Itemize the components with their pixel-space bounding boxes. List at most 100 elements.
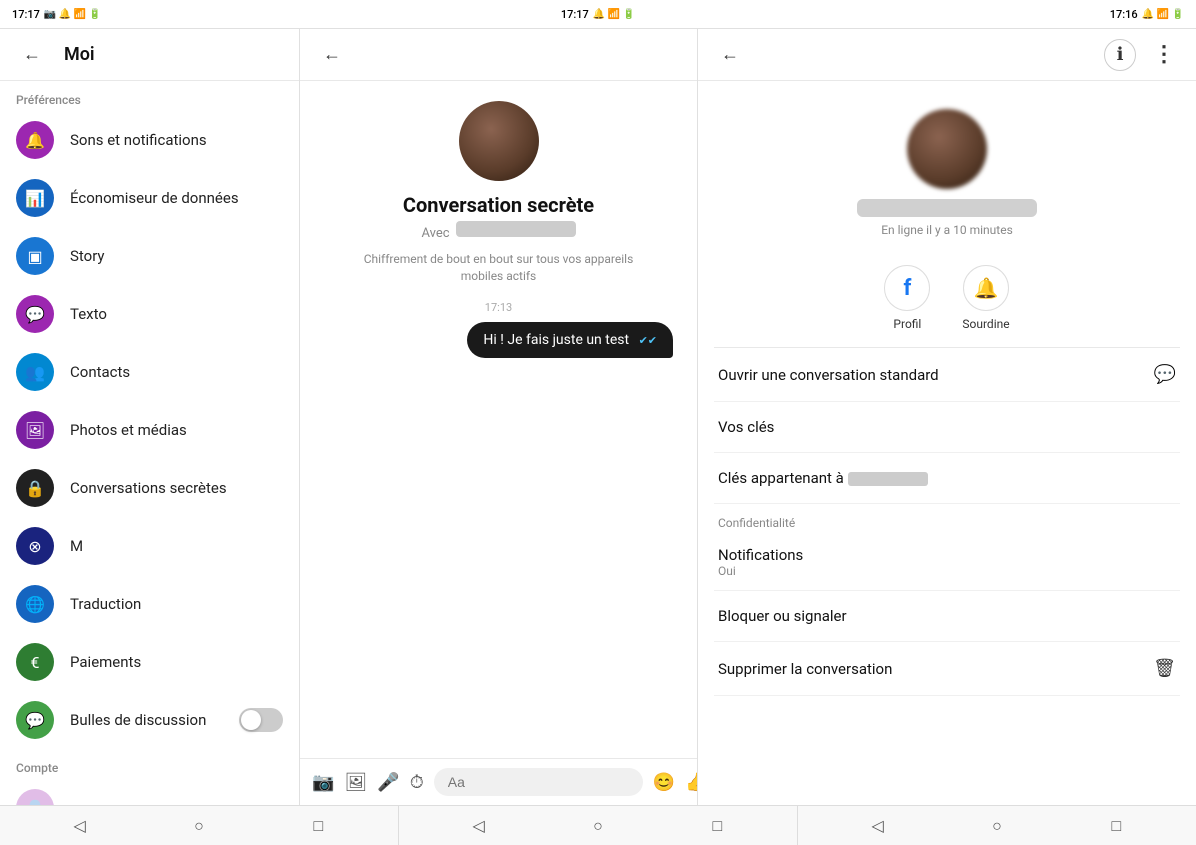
open-conv-icon: 💬: [1154, 364, 1176, 385]
settings-item-story[interactable]: ▣ Story: [0, 227, 299, 285]
open-conv-item[interactable]: Ouvrir une conversation standard 💬: [714, 348, 1180, 402]
status-bar: 17:17 📷 🔔 📶 🔋 17:17 🔔 📶 🔋 17:16 🔔 📶 🔋: [0, 0, 1196, 28]
profil-icon: f: [884, 265, 930, 311]
nav-back-right[interactable]: ◁: [864, 812, 892, 840]
bloquer-item[interactable]: Bloquer ou signaler: [714, 591, 1180, 642]
panel-conversation: ← Conversation secrète Avec Chiffrement …: [300, 29, 698, 805]
info-profile: En ligne il y a 10 minutes: [714, 97, 1180, 253]
settings-item-data[interactable]: 📊 Économiseur de données: [0, 169, 299, 227]
nav-recents-left[interactable]: □: [304, 812, 332, 840]
info-body: En ligne il y a 10 minutes f Profil 🔔 So…: [698, 81, 1196, 805]
settings-item-texto[interactable]: 💬 Texto: [0, 285, 299, 343]
cles-app-item[interactable]: Clés appartenant à: [714, 453, 1180, 504]
data-icon: 📊: [16, 179, 54, 217]
settings-header: ← Moi: [0, 29, 299, 81]
timer-button[interactable]: ⏱: [410, 767, 424, 797]
settings-back-button[interactable]: ←: [16, 39, 48, 71]
notifications-item[interactable]: Notifications Oui: [714, 534, 1180, 591]
info-status: En ligne il y a 10 minutes: [881, 223, 1013, 237]
message-bubble: Hi ! Je fais juste un test ✔✔: [467, 322, 673, 358]
settings-item-compte-placeholder[interactable]: 👤 ...: [0, 779, 299, 805]
profil-button[interactable]: f Profil: [884, 265, 930, 331]
status-right: 17:16 🔔 📶 🔋: [797, 8, 1196, 21]
compte-icon: 👤: [16, 789, 54, 805]
settings-item-bulles[interactable]: 💬 Bulles de discussion: [0, 691, 299, 749]
info-back-button[interactable]: ←: [714, 39, 746, 71]
emoji-button[interactable]: 😊: [653, 767, 675, 797]
message-checkmark: ✔✔: [639, 334, 657, 347]
texto-icon: 💬: [16, 295, 54, 333]
paiements-icon: €: [16, 643, 54, 681]
conversation-back-button[interactable]: ←: [316, 39, 348, 71]
settings-item-photos[interactable]: 🖼 Photos et médias: [0, 401, 299, 459]
time-center: 17:17: [561, 8, 589, 21]
status-icons-left: 📷 🔔 📶 🔋: [44, 9, 101, 20]
sourdine-button[interactable]: 🔔 Sourdine: [962, 265, 1009, 331]
sourdine-icon: 🔔: [963, 265, 1009, 311]
notifications-label: Sons et notifications: [70, 131, 283, 149]
settings-item-paiements[interactable]: € Paiements: [0, 633, 299, 691]
settings-item-traduction[interactable]: 🌐 Traduction: [0, 575, 299, 633]
bulles-label: Bulles de discussion: [70, 711, 223, 729]
settings-title: Moi: [64, 44, 95, 65]
nav-recents-center[interactable]: □: [703, 812, 731, 840]
settings-item-secret[interactable]: 🔒 Conversations secrètes: [0, 459, 299, 517]
confidentialite-label: Confidentialité: [714, 504, 1180, 534]
status-left: 17:17 📷 🔔 📶 🔋: [0, 8, 399, 21]
traduction-icon: 🌐: [16, 585, 54, 623]
m-label: M: [70, 537, 283, 555]
panel-info: ← ℹ ⋮ En ligne il y a 10 minutes f Profi…: [698, 29, 1196, 805]
nav-back-center[interactable]: ◁: [465, 812, 493, 840]
notifications-menu-label: Notifications: [718, 546, 1176, 564]
secret-icon: 🔒: [16, 469, 54, 507]
supprimer-icon: 🗑: [1153, 658, 1176, 679]
info-icon-button[interactable]: ℹ: [1104, 39, 1136, 71]
nav-back-left[interactable]: ◁: [66, 812, 94, 840]
nav-home-left[interactable]: ○: [185, 812, 213, 840]
nav-recents-right[interactable]: □: [1102, 812, 1130, 840]
bulles-toggle[interactable]: [239, 708, 283, 732]
panel-settings: ← Moi Préférences 🔔 Sons et notification…: [0, 29, 300, 805]
info-header: ← ℹ ⋮: [698, 29, 1196, 81]
notifications-icon: 🔔: [16, 121, 54, 159]
vos-cles-label: Vos clés: [718, 418, 774, 436]
conversation-title: Conversation secrète: [403, 193, 594, 217]
status-icons-center: 🔔 📶 🔋: [593, 9, 635, 20]
story-label: Story: [70, 247, 283, 265]
info-actions: f Profil 🔔 Sourdine: [714, 253, 1180, 348]
supprimer-item[interactable]: Supprimer la conversation 🗑: [714, 642, 1180, 696]
m-icon: ⊗: [16, 527, 54, 565]
settings-item-notifications[interactable]: 🔔 Sons et notifications: [0, 111, 299, 169]
story-icon: ▣: [16, 237, 54, 275]
conversation-input-bar: 📷 🖼 🎤 ⏱ 😊 👍: [300, 758, 697, 805]
settings-item-contacts[interactable]: 👥 Contacts: [0, 343, 299, 401]
message-input[interactable]: [434, 768, 643, 796]
time-right: 17:16: [1110, 8, 1138, 21]
texto-label: Texto: [70, 305, 283, 323]
info-name: [857, 199, 1037, 217]
section-label-compte: Compte: [0, 749, 299, 779]
settings-item-m[interactable]: ⊗ M: [0, 517, 299, 575]
nav-home-center[interactable]: ○: [584, 812, 612, 840]
nav-bar-center: ◁ ○ □: [398, 806, 797, 845]
bloquer-label: Bloquer ou signaler: [718, 607, 847, 625]
time-left: 17:17: [12, 8, 40, 21]
toggle-knob: [241, 710, 261, 730]
conversation-avatar: [459, 101, 539, 181]
sourdine-label: Sourdine: [962, 317, 1009, 331]
nav-bars: ◁ ○ □ ◁ ○ □ ◁ ○ □: [0, 805, 1196, 845]
info-more-button[interactable]: ⋮: [1148, 39, 1180, 71]
conversation-partner-name: [456, 221, 576, 237]
panels-container: ← Moi Préférences 🔔 Sons et notification…: [0, 28, 1196, 805]
camera-button[interactable]: 📷: [312, 767, 334, 797]
vos-cles-item[interactable]: Vos clés: [714, 402, 1180, 453]
settings-list: Préférences 🔔 Sons et notifications 📊 Éc…: [0, 81, 299, 805]
status-center: 17:17 🔔 📶 🔋: [399, 8, 798, 21]
microphone-button[interactable]: 🎤: [377, 767, 399, 797]
nav-home-right[interactable]: ○: [983, 812, 1011, 840]
nav-bar-right: ◁ ○ □: [797, 806, 1196, 845]
thumbsup-button[interactable]: 👍: [685, 767, 698, 797]
nav-bar-left: ◁ ○ □: [0, 806, 398, 845]
gallery-button[interactable]: 🖼: [344, 767, 367, 797]
info-avatar: [907, 109, 987, 189]
